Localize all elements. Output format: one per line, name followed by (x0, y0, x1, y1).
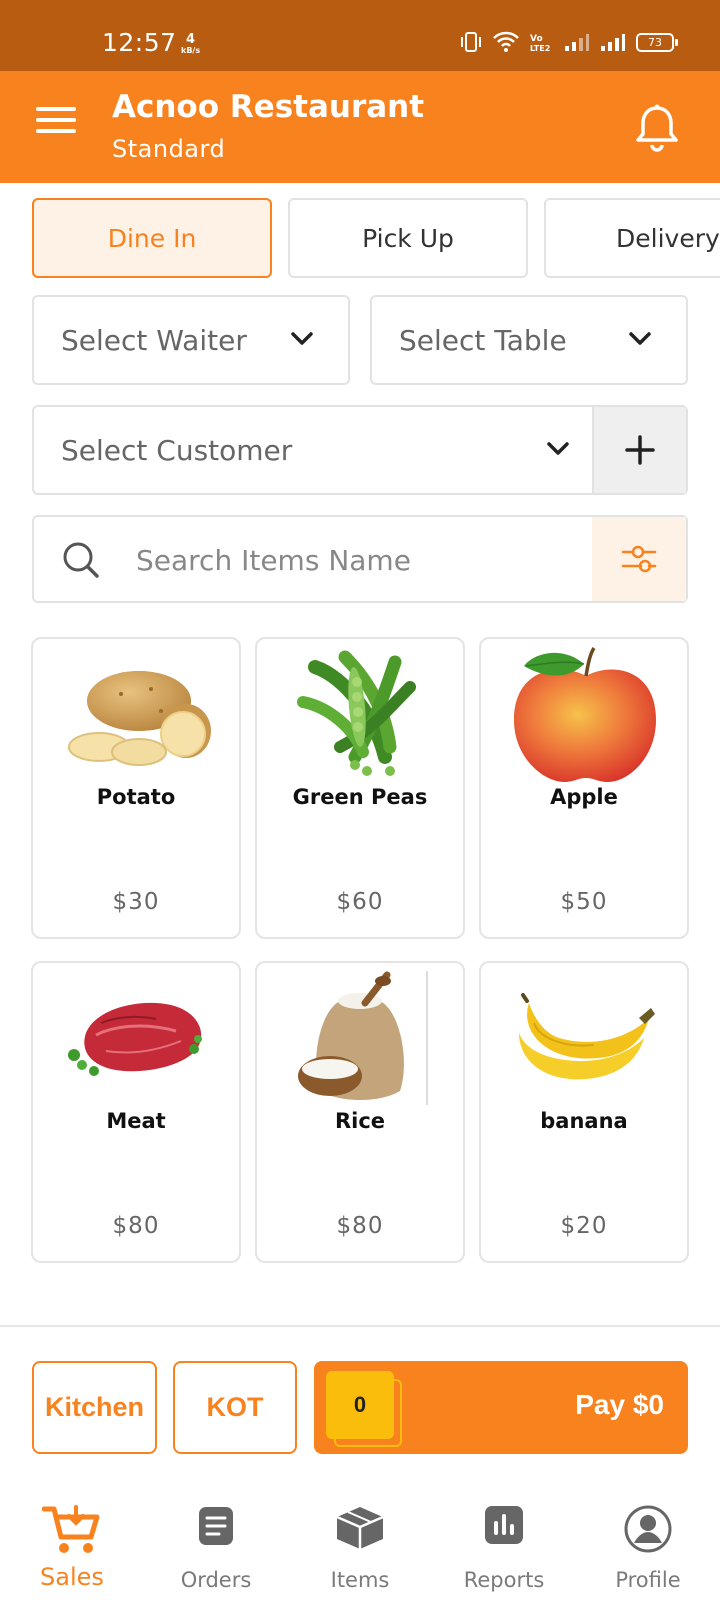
chart-icon (485, 1506, 523, 1544)
nav-items[interactable]: Items (288, 1483, 432, 1600)
bottom-navigation: Sales Orders Items Reports Profile (0, 1483, 720, 1600)
status-icons: Vo LTE2 73 (460, 31, 678, 53)
product-name: Potato (96, 785, 176, 809)
product-card-banana[interactable]: banana $20 (479, 961, 689, 1263)
nav-label: Reports (463, 1568, 545, 1592)
menu-icon (36, 107, 76, 111)
battery-level: 73 (648, 35, 662, 49)
svg-text:Vo: Vo (530, 34, 543, 44)
product-price: $20 (560, 1213, 608, 1239)
product-name: Rice (334, 1109, 386, 1133)
cart-count-badge: 0 (326, 1371, 394, 1439)
status-time: 12:57 (102, 28, 177, 57)
plus-icon (625, 435, 655, 465)
search-icon (63, 542, 99, 578)
signal-icon (565, 34, 589, 51)
nav-orders[interactable]: Orders (144, 1483, 288, 1600)
tab-dine-in[interactable]: Dine In (32, 198, 272, 278)
kot-button[interactable]: KOT (173, 1361, 297, 1454)
product-card-meat[interactable]: Meat $80 (31, 961, 241, 1263)
product-price: $60 (336, 889, 384, 915)
product-card-apple[interactable]: Apple $50 (479, 637, 689, 939)
search-input[interactable] (136, 519, 576, 601)
add-customer-button[interactable] (592, 407, 686, 493)
profile-icon (624, 1505, 672, 1553)
select-waiter-dropdown[interactable]: Select Waiter (32, 295, 350, 385)
chevron-down-icon (547, 442, 569, 455)
nav-label: Orders (180, 1568, 252, 1592)
app-title: Acnoo Restaurant (112, 89, 425, 125)
signal-icon-2 (601, 34, 625, 51)
product-name: Meat (106, 1109, 166, 1133)
meat-image (48, 969, 224, 1107)
svg-text:LTE2: LTE2 (530, 44, 550, 53)
box-icon (336, 1507, 384, 1549)
product-card-rice[interactable]: Rice $80 (255, 961, 465, 1263)
product-card-green-peas[interactable]: Green Peas $60 (255, 637, 465, 939)
banana-image (496, 969, 672, 1107)
product-name: banana (540, 1109, 628, 1133)
filter-button[interactable] (592, 517, 686, 601)
potato-image (48, 645, 224, 783)
tab-delivery[interactable]: Delivery (544, 198, 720, 278)
select-waiter-label: Select Waiter (61, 323, 247, 357)
order-type-tabs: Dine In Pick Up Delivery (0, 198, 720, 280)
nav-label: Items (330, 1568, 390, 1592)
chevron-down-icon (291, 332, 313, 345)
menu-button[interactable] (36, 107, 76, 139)
product-price: $80 (112, 1213, 160, 1239)
pay-label: Pay $0 (575, 1389, 664, 1420)
app-bar: Acnoo Restaurant Standard (0, 71, 720, 183)
select-table-label: Select Table (399, 323, 567, 357)
product-price: $30 (112, 889, 160, 915)
product-name: Green Peas (292, 785, 428, 809)
chevron-down-icon (629, 332, 651, 345)
product-card-potato[interactable]: Potato $30 (31, 637, 241, 939)
notifications-button[interactable] (634, 103, 680, 153)
green-peas-image (272, 645, 448, 783)
rice-image (272, 969, 448, 1107)
product-price: $80 (336, 1213, 384, 1239)
nav-sales[interactable]: Sales (0, 1483, 144, 1600)
product-price: $50 (560, 889, 608, 915)
nav-label: Sales (40, 1563, 104, 1591)
select-customer-dropdown[interactable]: Select Customer (32, 405, 688, 495)
nav-profile[interactable]: Profile (576, 1483, 720, 1600)
tab-pick-up[interactable]: Pick Up (288, 198, 528, 278)
vibrate-icon (461, 32, 481, 52)
volte-icon: VoLTE2 (530, 34, 550, 53)
select-table-dropdown[interactable]: Select Table (370, 295, 688, 385)
kitchen-button[interactable]: Kitchen (32, 1361, 157, 1454)
bottom-divider (0, 1325, 720, 1327)
status-bar: 12:57 4 kB/s Vo LTE2 73 (0, 0, 720, 71)
nav-label: Profile (615, 1568, 681, 1592)
network-speed-unit: kB/s (181, 46, 201, 55)
search-bar (32, 515, 688, 603)
cart-icon (42, 1505, 100, 1553)
filter-sliders-icon (621, 545, 657, 573)
apple-image (496, 645, 672, 783)
wifi-icon (493, 31, 519, 52)
network-speed: 4 kB/s (181, 32, 201, 55)
pay-button[interactable]: 0 Pay $0 (314, 1361, 688, 1454)
product-name: Apple (550, 785, 618, 809)
bell-icon (636, 104, 678, 152)
network-speed-value: 4 (186, 32, 196, 47)
battery-icon: 73 (636, 32, 678, 52)
nav-reports[interactable]: Reports (432, 1483, 576, 1600)
plan-subtitle: Standard (112, 135, 226, 163)
select-customer-label: Select Customer (61, 433, 293, 467)
orders-icon (199, 1507, 233, 1545)
